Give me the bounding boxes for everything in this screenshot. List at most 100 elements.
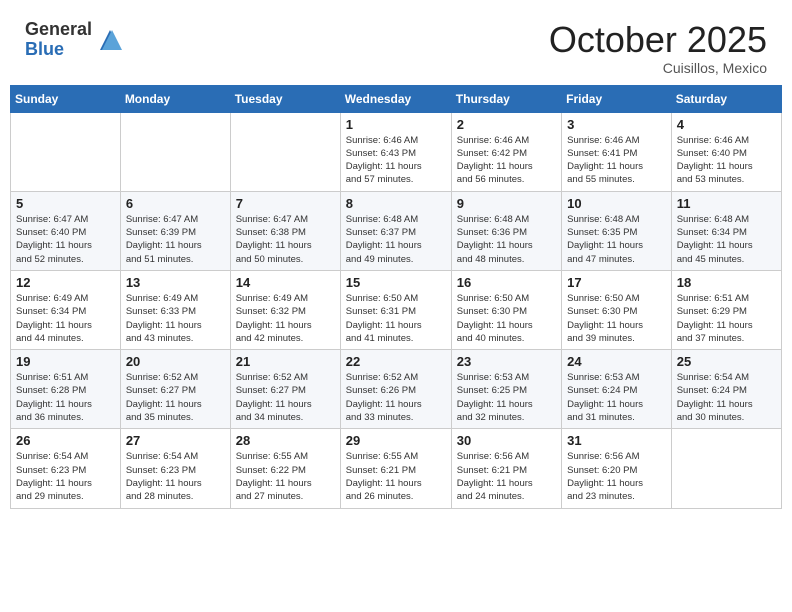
day-number: 4 (677, 117, 776, 132)
day-number: 8 (346, 196, 446, 211)
calendar-cell: 28Sunrise: 6:55 AM Sunset: 6:22 PM Dayli… (230, 429, 340, 508)
logo: General Blue (25, 20, 124, 60)
day-info: Sunrise: 6:50 AM Sunset: 6:30 PM Dayligh… (567, 292, 666, 345)
day-number: 17 (567, 275, 666, 290)
day-number: 27 (126, 433, 225, 448)
day-number: 7 (236, 196, 335, 211)
calendar-cell: 21 Sunrise: 6:52 AM Sunset: 6:27 PM Dayli… (230, 350, 340, 429)
calendar-cell (671, 429, 781, 508)
day-info: Sunrise: 6:56 AM Sunset: 6:21 PM Dayligh… (457, 450, 556, 503)
day-number: 19 (16, 354, 115, 369)
calendar-cell: 13 Sunrise: 6:49 AM Sunset: 6:33 PM Dayli… (120, 270, 230, 349)
logo-blue-text: Blue (25, 40, 92, 60)
calendar-cell: 1 Sunrise: 6:46 AM Sunset: 6:43 PM Daylig… (340, 112, 451, 191)
calendar-cell: 11Sunrise: 6:48 AM Sunset: 6:34 PM Dayli… (671, 191, 781, 270)
calendar-cell: 7 Sunrise: 6:47 AM Sunset: 6:38 PM Daylig… (230, 191, 340, 270)
calendar-cell: 30 Sunrise: 6:56 AM Sunset: 6:21 PM Dayli… (451, 429, 561, 508)
location: Cuisillos, Mexico (549, 60, 767, 76)
calendar-week-4: 19 Sunrise: 6:51 AM Sunset: 6:28 PM Dayli… (11, 350, 782, 429)
day-of-week-sunday: Sunday (11, 85, 121, 112)
day-info: Sunrise: 6:54 AM Sunset: 6:23 PM Dayligh… (126, 450, 225, 503)
day-info: Sunrise: 6:46 AM Sunset: 6:40 PM Dayligh… (677, 134, 776, 187)
day-info: Sunrise: 6:51 AM Sunset: 6:29 PM Dayligh… (677, 292, 776, 345)
calendar-header: General Blue October 2025 Cuisillos, Mex… (10, 10, 782, 81)
day-of-week-tuesday: Tuesday (230, 85, 340, 112)
day-of-week-friday: Friday (562, 85, 672, 112)
calendar-cell: 17 Sunrise: 6:50 AM Sunset: 6:30 PM Dayli… (562, 270, 672, 349)
day-number: 1 (346, 117, 446, 132)
calendar-cell: 22Sunrise: 6:52 AM Sunset: 6:26 PM Dayli… (340, 350, 451, 429)
calendar-cell (120, 112, 230, 191)
day-of-week-wednesday: Wednesday (340, 85, 451, 112)
month-year: October 2025 (549, 20, 767, 60)
day-number: 31 (567, 433, 666, 448)
calendar-cell: 12Sunrise: 6:49 AM Sunset: 6:34 PM Dayli… (11, 270, 121, 349)
day-info: Sunrise: 6:55 AM Sunset: 6:22 PM Dayligh… (236, 450, 335, 503)
calendar-cell: 14 Sunrise: 6:49 AM Sunset: 6:32 PM Dayli… (230, 270, 340, 349)
day-number: 29 (346, 433, 446, 448)
day-of-week-saturday: Saturday (671, 85, 781, 112)
day-number: 13 (126, 275, 225, 290)
day-info: Sunrise: 6:52 AM Sunset: 6:27 PM Dayligh… (236, 371, 335, 424)
day-number: 6 (126, 196, 225, 211)
calendar-cell: 10 Sunrise: 6:48 AM Sunset: 6:35 PM Dayli… (562, 191, 672, 270)
day-info: Sunrise: 6:49 AM Sunset: 6:32 PM Dayligh… (236, 292, 335, 345)
day-number: 16 (457, 275, 556, 290)
calendar-cell: 5 Sunrise: 6:47 AM Sunset: 6:40 PM Daylig… (11, 191, 121, 270)
calendar-cell (230, 112, 340, 191)
day-number: 10 (567, 196, 666, 211)
day-info: Sunrise: 6:51 AM Sunset: 6:28 PM Dayligh… (16, 371, 115, 424)
calendar-cell: 4 Sunrise: 6:46 AM Sunset: 6:40 PM Daylig… (671, 112, 781, 191)
day-number: 9 (457, 196, 556, 211)
day-info: Sunrise: 6:46 AM Sunset: 6:42 PM Dayligh… (457, 134, 556, 187)
logo-icon (96, 26, 124, 54)
day-number: 14 (236, 275, 335, 290)
day-of-week-monday: Monday (120, 85, 230, 112)
day-number: 21 (236, 354, 335, 369)
day-number: 24 (567, 354, 666, 369)
calendar-cell: 15Sunrise: 6:50 AM Sunset: 6:31 PM Dayli… (340, 270, 451, 349)
day-info: Sunrise: 6:47 AM Sunset: 6:39 PM Dayligh… (126, 213, 225, 266)
day-info: Sunrise: 6:47 AM Sunset: 6:38 PM Dayligh… (236, 213, 335, 266)
calendar-cell: 27 Sunrise: 6:54 AM Sunset: 6:23 PM Dayli… (120, 429, 230, 508)
day-number: 18 (677, 275, 776, 290)
calendar-cell: 9Sunrise: 6:48 AM Sunset: 6:36 PM Daylig… (451, 191, 561, 270)
day-number: 30 (457, 433, 556, 448)
day-info: Sunrise: 6:46 AM Sunset: 6:43 PM Dayligh… (346, 134, 446, 187)
calendar-cell: 26Sunrise: 6:54 AM Sunset: 6:23 PM Dayli… (11, 429, 121, 508)
day-info: Sunrise: 6:49 AM Sunset: 6:34 PM Dayligh… (16, 292, 115, 345)
calendar-header-row: SundayMondayTuesdayWednesdayThursdayFrid… (11, 85, 782, 112)
calendar-cell: 3 Sunrise: 6:46 AM Sunset: 6:41 PM Daylig… (562, 112, 672, 191)
day-number: 26 (16, 433, 115, 448)
day-number: 20 (126, 354, 225, 369)
calendar-cell: 19 Sunrise: 6:51 AM Sunset: 6:28 PM Dayli… (11, 350, 121, 429)
calendar-cell: 31 Sunrise: 6:56 AM Sunset: 6:20 PM Dayli… (562, 429, 672, 508)
day-number: 2 (457, 117, 556, 132)
day-info: Sunrise: 6:50 AM Sunset: 6:30 PM Dayligh… (457, 292, 556, 345)
day-info: Sunrise: 6:48 AM Sunset: 6:37 PM Dayligh… (346, 213, 446, 266)
day-info: Sunrise: 6:46 AM Sunset: 6:41 PM Dayligh… (567, 134, 666, 187)
calendar-cell: 20 Sunrise: 6:52 AM Sunset: 6:27 PM Dayli… (120, 350, 230, 429)
calendar-week-3: 12Sunrise: 6:49 AM Sunset: 6:34 PM Dayli… (11, 270, 782, 349)
day-info: Sunrise: 6:53 AM Sunset: 6:25 PM Dayligh… (457, 371, 556, 424)
calendar-cell: 16 Sunrise: 6:50 AM Sunset: 6:30 PM Dayli… (451, 270, 561, 349)
day-number: 11 (677, 196, 776, 211)
calendar-week-5: 26 Sunrise: 6:54 AM Sunset: 6:23 PM Dayli… (11, 429, 782, 508)
day-info: Sunrise: 6:53 AM Sunset: 6:24 PM Dayligh… (567, 371, 666, 424)
day-number: 5 (16, 196, 115, 211)
day-info: Sunrise: 6:50 AM Sunset: 6:31 PM Dayligh… (346, 292, 446, 345)
calendar-week-1: 1 Sunrise: 6:46 AM Sunset: 6:43 PM Daylig… (11, 112, 782, 191)
day-info: Sunrise: 6:47 AM Sunset: 6:40 PM Dayligh… (16, 213, 115, 266)
calendar-cell: 6 Sunrise: 6:47 AM Sunset: 6:39 PM Daylig… (120, 191, 230, 270)
day-info: Sunrise: 6:56 AM Sunset: 6:20 PM Dayligh… (567, 450, 666, 503)
calendar-cell: 24 Sunrise: 6:53 AM Sunset: 6:24 PM Dayli… (562, 350, 672, 429)
day-info: Sunrise: 6:55 AM Sunset: 6:21 PM Dayligh… (346, 450, 446, 503)
day-number: 3 (567, 117, 666, 132)
calendar-cell: 23Sunrise: 6:53 AM Sunset: 6:25 PM Dayli… (451, 350, 561, 429)
day-info: Sunrise: 6:48 AM Sunset: 6:35 PM Dayligh… (567, 213, 666, 266)
day-info: Sunrise: 6:52 AM Sunset: 6:27 PM Dayligh… (126, 371, 225, 424)
day-number: 22 (346, 354, 446, 369)
calendar-cell: 18 Sunrise: 6:51 AM Sunset: 6:29 PM Dayli… (671, 270, 781, 349)
day-info: Sunrise: 6:49 AM Sunset: 6:33 PM Dayligh… (126, 292, 225, 345)
day-of-week-thursday: Thursday (451, 85, 561, 112)
